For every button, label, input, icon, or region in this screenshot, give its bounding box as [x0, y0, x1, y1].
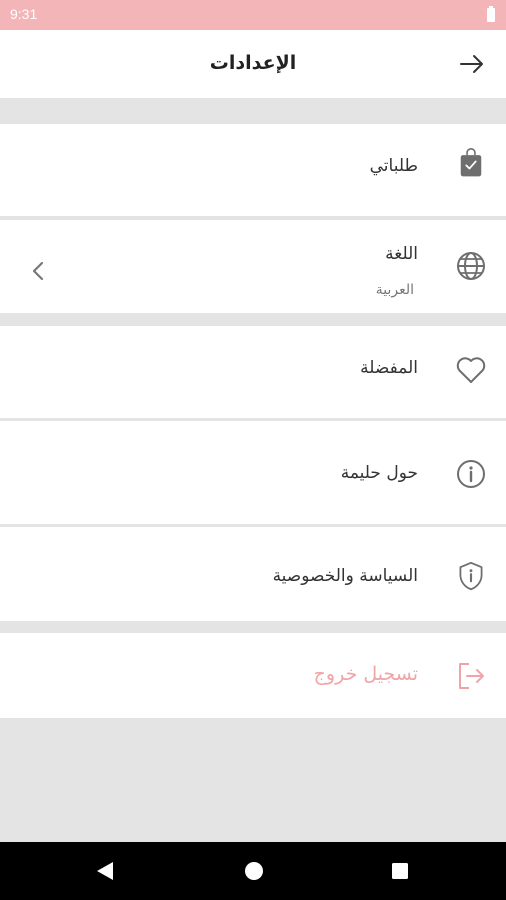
logout-button[interactable]: تسجيل خروج — [0, 633, 506, 718]
settings-item-favorites[interactable]: المفضلة — [0, 326, 506, 418]
logout-label: تسجيل خروج — [313, 663, 418, 685]
settings-item-language-value: العربية — [375, 282, 414, 298]
back-triangle-icon[interactable] — [94, 860, 116, 882]
settings-item-about[interactable]: حول حليمة — [0, 421, 506, 524]
globe-icon — [457, 252, 485, 280]
settings-item-orders[interactable]: طلباتي — [0, 124, 506, 216]
battery-icon — [487, 6, 495, 22]
status-time: 9:31 — [10, 6, 38, 22]
heart-icon — [456, 357, 486, 383]
app-bar: الإعدادات — [0, 30, 506, 98]
shield-info-icon — [459, 561, 483, 591]
page-title: الإعدادات — [209, 52, 297, 74]
system-navigation-bar — [0, 842, 506, 900]
settings-item-language-label: اللغة — [385, 244, 418, 264]
chevron-left-icon — [32, 261, 44, 281]
status-bar: 9:31 — [0, 0, 506, 30]
info-icon — [457, 460, 485, 488]
logout-icon — [459, 663, 484, 689]
settings-item-orders-label: طلباتي — [369, 156, 418, 176]
settings-item-language[interactable]: اللغة العربية — [0, 220, 506, 313]
arrow-right-icon — [460, 55, 483, 73]
settings-item-about-label: حول حليمة — [340, 463, 418, 483]
recents-square-icon[interactable] — [389, 860, 411, 882]
shopping-bag-icon — [460, 148, 482, 177]
settings-item-privacy[interactable]: السياسة والخصوصية — [0, 527, 506, 621]
settings-item-privacy-label: السياسة والخصوصية — [272, 566, 418, 586]
back-button[interactable] — [456, 48, 488, 80]
settings-item-favorites-label: المفضلة — [360, 358, 418, 378]
home-circle-icon[interactable] — [243, 860, 265, 882]
